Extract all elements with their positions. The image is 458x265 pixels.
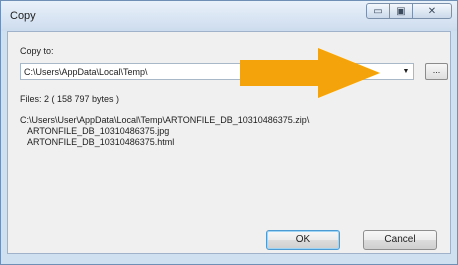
caption-buttons: ▭ ▣ ✕ (366, 3, 452, 19)
arrow-shape (240, 48, 380, 98)
copy-to-label: Copy to: (20, 46, 54, 56)
file-list: C:\Users\User\AppData\Local\Temp\ARTONFI… (20, 115, 309, 148)
copy-dialog-window: Copy ▭ ▣ ✕ Copy to: C:\Users\AppData\Loc… (0, 0, 458, 265)
ok-button[interactable]: OK (266, 230, 340, 250)
close-button[interactable]: ✕ (412, 3, 452, 19)
minimize-button[interactable]: ▭ (366, 3, 390, 19)
maximize-button[interactable]: ▣ (389, 3, 413, 19)
files-summary: Files: 2 ( 158 797 bytes ) (20, 94, 120, 104)
list-item: ARTONFILE_DB_10310486375.jpg (27, 126, 170, 136)
orange-arrow-annotation (240, 48, 380, 98)
list-item: ARTONFILE_DB_10310486375.html (27, 137, 175, 147)
destination-value: C:\Users\AppData\Local\Temp\ (24, 67, 148, 77)
cancel-button[interactable]: Cancel (363, 230, 437, 250)
minimize-icon: ▭ (373, 5, 383, 17)
window-title: Copy (10, 10, 36, 22)
close-icon: ✕ (427, 5, 437, 17)
list-item: C:\Users\User\AppData\Local\Temp\ARTONFI… (20, 115, 310, 125)
dropdown-arrow-icon[interactable]: ▼ (401, 67, 411, 77)
maximize-icon: ▣ (396, 5, 406, 17)
title-bar[interactable]: Copy ▭ ▣ ✕ (1, 1, 457, 31)
browse-button[interactable]: ... (425, 63, 448, 80)
